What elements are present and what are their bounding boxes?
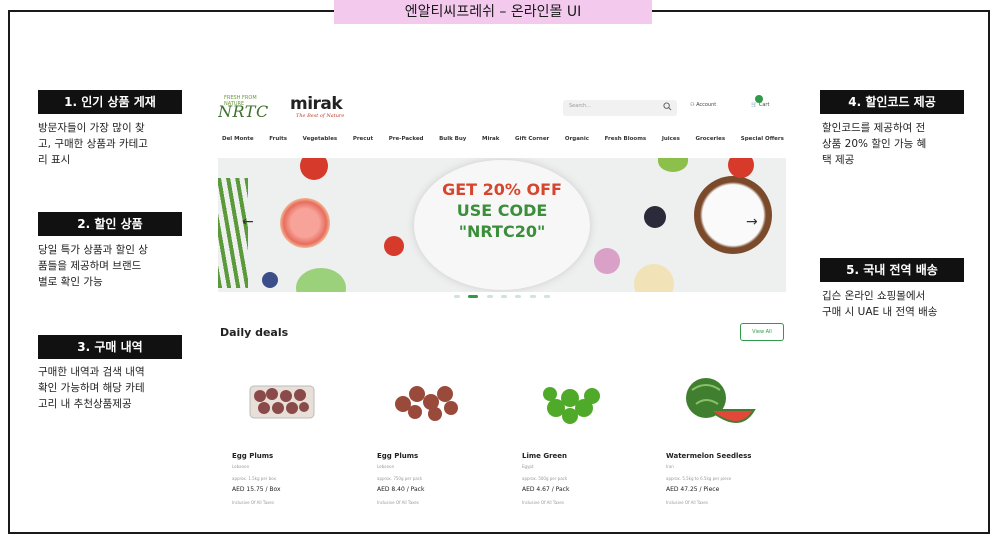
- nav-item[interactable]: Pre-Packed: [389, 136, 424, 142]
- nav-item[interactable]: Special Offers: [741, 136, 784, 142]
- annotation-heading-3: 3. 구매 내역: [38, 335, 182, 359]
- blackberry-image: [644, 206, 666, 228]
- carousel-dot-active[interactable]: [468, 295, 479, 298]
- product-card[interactable]: Egg Plums Lebanon approx. 750g per pack …: [363, 360, 503, 520]
- cart-badge: [755, 95, 763, 103]
- annotation-body-1: 방문자들이 가장 많이 찾 고, 구매한 상품과 카테고 리 표시: [38, 122, 148, 166]
- annotation-heading-1: 1. 인기 상품 게재: [38, 90, 182, 114]
- account-link[interactable]: ⚇ Account: [690, 102, 716, 108]
- grapefruit-image: [280, 198, 330, 248]
- product-card[interactable]: Egg Plums Lebanon approx. 1.5kg per box …: [218, 360, 358, 520]
- product-image: [395, 386, 458, 421]
- category-nav: Del Monte Fruits Vegetables Precut Pre-P…: [222, 136, 784, 142]
- tomato-image: [728, 158, 754, 178]
- nav-item[interactable]: Organic: [565, 136, 589, 142]
- search-input[interactable]: Search...: [563, 100, 677, 116]
- promo-text: GET 20% OFF USE CODE "NRTC20": [442, 180, 562, 241]
- carousel-dot[interactable]: [500, 295, 507, 298]
- search-icon[interactable]: [663, 102, 672, 111]
- carousel-dot[interactable]: [486, 295, 493, 298]
- nav-item[interactable]: Groceries: [696, 136, 726, 142]
- page-title: 엔알티씨프레쉬 – 온라인몰 UI: [334, 0, 652, 24]
- product-card[interactable]: Watermelon Seedless Iran approx. 5.5kg t…: [652, 360, 786, 520]
- melon-image: [296, 268, 346, 292]
- carousel-dot[interactable]: [543, 295, 550, 298]
- annotation-body-5: 깁슨 온라인 쇼핑몰에서 구매 시 UAE 내 전역 배송: [822, 290, 938, 318]
- promo-banner[interactable]: GET 20% OFF USE CODE "NRTC20" ← →: [218, 158, 786, 292]
- coconut-image: [694, 176, 772, 254]
- banner-next-arrow-icon[interactable]: →: [746, 214, 758, 230]
- website-screenshot: FRESH FROM NATURE NRTC mirak The Best of…: [218, 90, 786, 520]
- view-all-button[interactable]: View All: [740, 323, 784, 341]
- tomato-image: [384, 236, 404, 256]
- tomato-image: [300, 158, 328, 180]
- annotation-heading-2: 2. 할인 상품: [38, 212, 182, 236]
- annotation-body-2: 당일 특가 상품과 할인 상 품들을 제공하며 브랜드 별로 확인 가능: [38, 244, 148, 288]
- product-card[interactable]: Lime Green Egypt approx. 500g per pack A…: [508, 360, 648, 520]
- daily-deals-heading: Daily deals: [220, 326, 289, 339]
- banner-prev-arrow-icon[interactable]: ←: [242, 214, 254, 230]
- cart-link[interactable]: 🛒 Cart: [751, 95, 769, 108]
- nav-item[interactable]: Juices: [662, 136, 680, 142]
- product-image: [543, 387, 600, 424]
- herb-leaves-image: [218, 178, 248, 288]
- annotation-heading-5: 5. 국내 전역 배송: [820, 258, 964, 282]
- annotation-body-4: 할인코드를 제공하여 전 상품 20% 할인 가능 혜택 제공: [822, 122, 927, 166]
- mirak-logo[interactable]: mirak The Best of Nature: [290, 94, 360, 126]
- nav-item[interactable]: Del Monte: [222, 136, 254, 142]
- product-image: [249, 385, 315, 419]
- nrtc-logo[interactable]: FRESH FROM NATURE NRTC: [218, 92, 272, 128]
- fig-image: [594, 248, 620, 274]
- kiwi-image: [658, 158, 688, 172]
- annotation-body-3: 구매한 내역과 검색 내역 확인 가능하며 해당 카테 고리 내 추천상품제공: [38, 366, 145, 410]
- blueberry-image: [262, 272, 278, 288]
- carousel-dot[interactable]: [454, 295, 460, 298]
- carousel-dot[interactable]: [515, 295, 522, 298]
- nav-item[interactable]: Mirak: [482, 136, 499, 142]
- annotation-heading-4: 4. 할인코드 제공: [820, 90, 964, 114]
- nav-item[interactable]: Precut: [353, 136, 373, 142]
- product-image: [686, 378, 756, 423]
- carousel-dots: [454, 295, 550, 298]
- nav-item[interactable]: Vegetables: [303, 136, 338, 142]
- nav-item[interactable]: Fresh Blooms: [605, 136, 647, 142]
- nav-item[interactable]: Gift Corner: [515, 136, 549, 142]
- apple-image: [634, 264, 674, 292]
- nav-item[interactable]: Fruits: [269, 136, 287, 142]
- nav-item[interactable]: Bulk Buy: [439, 136, 466, 142]
- carousel-dot[interactable]: [529, 295, 536, 298]
